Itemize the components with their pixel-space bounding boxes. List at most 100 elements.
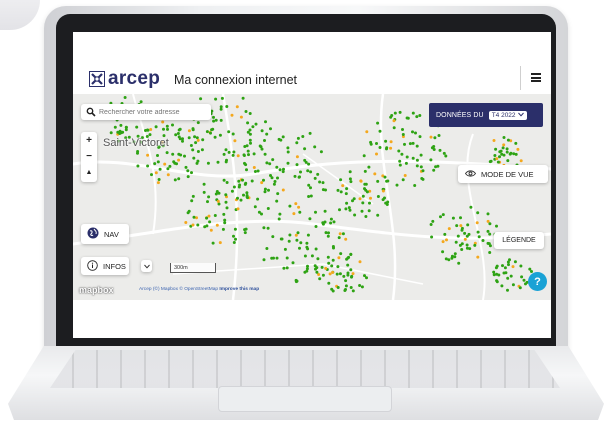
coverage-dot: [393, 111, 397, 115]
coverage-dot: [243, 231, 247, 235]
coverage-dot: [376, 121, 380, 125]
coverage-dot: [447, 227, 451, 231]
coverage-dot: [503, 266, 507, 270]
coverage-dot: [157, 178, 161, 181]
coverage-dot: [344, 284, 348, 288]
coverage-dot: [283, 247, 287, 251]
period-select[interactable]: T4 2022: [488, 110, 527, 120]
data-period-panel: DONNÉES DU T4 2022: [429, 103, 543, 127]
coverage-dot: [269, 127, 272, 131]
app-header: arcep Ma connexion internet: [73, 32, 551, 94]
coverage-dot: [286, 161, 290, 165]
coverage-dot: [244, 110, 248, 113]
laptop-screen: arcep Ma connexion internet DONNÉES DU: [73, 32, 551, 338]
coverage-dot: [166, 127, 169, 131]
zoom-in-button[interactable]: +: [81, 132, 97, 148]
coverage-dot: [509, 151, 513, 155]
coverage-dot: [306, 247, 310, 251]
map-scale: 300m: [170, 263, 216, 273]
coverage-dot: [224, 200, 228, 204]
coverage-dot: [309, 186, 312, 190]
coverage-dot: [307, 183, 311, 187]
help-button[interactable]: ?: [528, 272, 547, 291]
coverage-dot: [368, 201, 371, 205]
coverage-dot: [279, 237, 283, 241]
coverage-dot: [292, 212, 296, 216]
coverage-dot: [389, 140, 393, 144]
coverage-dot: [136, 164, 140, 168]
coverage-dot: [488, 251, 492, 254]
coverage-dot: [453, 252, 457, 256]
coverage-dot: [518, 286, 522, 290]
coverage-dot: [348, 177, 352, 181]
coverage-dot: [223, 221, 227, 225]
coverage-dot: [492, 270, 496, 274]
compass-button[interactable]: ▲: [81, 164, 97, 180]
coverage-dot: [248, 132, 252, 136]
nav-button[interactable]: NAV: [81, 224, 129, 244]
coverage-dot: [404, 161, 408, 165]
coverage-dot: [196, 223, 200, 227]
coverage-dot: [246, 196, 249, 200]
coverage-dot: [281, 188, 285, 192]
coverage-dot: [207, 214, 211, 218]
coverage-dot: [331, 245, 335, 248]
coverage-dot: [299, 241, 303, 245]
zoom-out-button[interactable]: −: [81, 148, 97, 164]
coverage-map[interactable]: DONNÉES DU T4 2022 + − ▲ Saint-Victoret …: [73, 94, 551, 300]
coverage-dot: [303, 254, 307, 258]
place-label: Saint-Victoret: [103, 137, 169, 149]
coverage-dot: [415, 158, 419, 162]
coverage-dot: [385, 203, 389, 206]
collapse-button[interactable]: [141, 260, 152, 272]
coverage-dot: [429, 135, 433, 139]
coverage-dot: [119, 123, 123, 127]
header-divider: [520, 66, 521, 90]
mapbox-logo[interactable]: mapbox: [79, 285, 114, 295]
coverage-dot: [303, 147, 307, 151]
coverage-dot: [222, 178, 226, 182]
legend-button[interactable]: LÉGENDE: [494, 232, 544, 249]
coverage-dot: [344, 207, 348, 211]
coverage-dot: [156, 154, 159, 157]
coverage-dot: [271, 158, 275, 162]
coverage-dot: [437, 134, 441, 137]
coverage-dot: [304, 160, 308, 164]
coverage-dot: [358, 260, 362, 264]
map-attribution: Arcep (©) Mapbox © OpenStreetMap Improve…: [139, 287, 259, 292]
coverage-dot: [455, 224, 459, 228]
improve-map-link[interactable]: Improve this map: [219, 287, 259, 292]
coverage-dot: [212, 119, 216, 123]
coverage-dot: [277, 217, 281, 221]
coverage-dot: [288, 204, 292, 208]
coverage-dot: [186, 175, 190, 179]
coverage-dot: [421, 177, 425, 181]
coverage-dot: [352, 197, 356, 201]
search-input[interactable]: [99, 108, 209, 116]
coverage-dot: [162, 127, 165, 131]
hamburger-menu-icon[interactable]: [531, 73, 541, 82]
arcep-logo[interactable]: arcep: [89, 68, 160, 90]
view-mode-button[interactable]: MODE DE VUE: [458, 165, 548, 183]
infos-button[interactable]: INFOS: [81, 257, 129, 275]
coverage-dot: [224, 193, 228, 197]
coverage-dot: [166, 173, 170, 177]
coverage-dot: [190, 199, 194, 203]
coverage-dot: [195, 136, 199, 140]
coverage-dot: [219, 118, 223, 122]
coverage-dot: [212, 115, 215, 119]
search-bar[interactable]: [81, 104, 211, 120]
coverage-dot: [213, 135, 217, 139]
attribution-text: Arcep (©) Mapbox © OpenStreetMap: [139, 287, 219, 292]
period-value: T4 2022: [491, 111, 516, 119]
coverage-dot: [468, 247, 472, 251]
coverage-dot: [369, 142, 373, 146]
coverage-dot: [501, 264, 504, 268]
coverage-dot: [246, 149, 250, 153]
coverage-dot: [331, 270, 335, 274]
coverage-dot: [346, 263, 350, 267]
coverage-dot: [236, 196, 239, 200]
coverage-dot: [273, 180, 277, 183]
coverage-dot: [364, 182, 368, 186]
arcep-logo-icon: [89, 71, 105, 87]
